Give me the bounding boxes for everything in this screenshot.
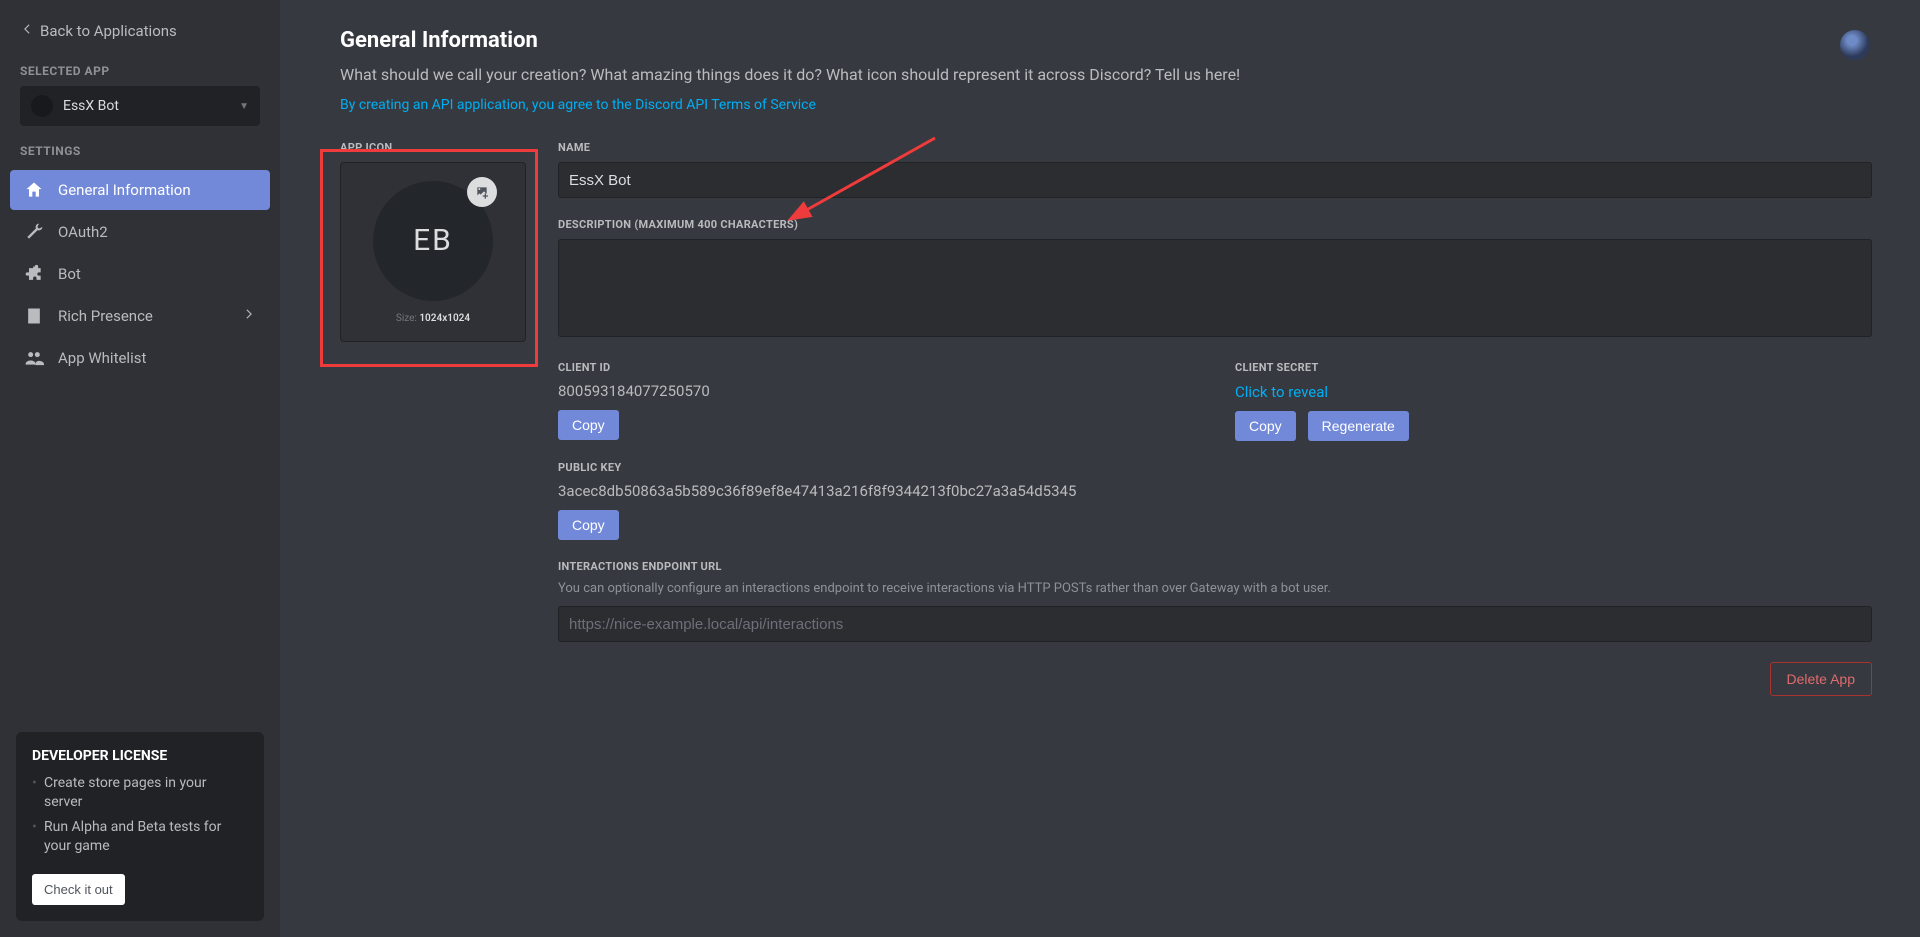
document-icon bbox=[24, 306, 44, 326]
copy-public-key-button[interactable]: Copy bbox=[558, 510, 619, 540]
people-icon bbox=[24, 348, 44, 368]
selected-app-name: EssX Bot bbox=[63, 98, 119, 114]
back-label: Back to Applications bbox=[40, 22, 177, 40]
name-input[interactable] bbox=[558, 162, 1872, 198]
license-bullet: Run Alpha and Beta tests for your game bbox=[32, 818, 248, 856]
copy-client-secret-button[interactable]: Copy bbox=[1235, 411, 1296, 441]
name-label: NAME bbox=[558, 141, 1872, 154]
nav-rich-presence[interactable]: Rich Presence bbox=[10, 296, 270, 336]
nav-bot[interactable]: Bot bbox=[10, 254, 270, 294]
interactions-label: INTERACTIONS ENDPOINT URL bbox=[558, 560, 1872, 573]
developer-license-box: DEVELOPER LICENSE Create store pages in … bbox=[16, 732, 264, 921]
delete-app-button[interactable]: Delete App bbox=[1770, 662, 1873, 696]
app-avatar-icon bbox=[31, 95, 53, 117]
interactions-hint: You can optionally configure an interact… bbox=[558, 581, 1872, 596]
client-secret-label: CLIENT SECRET bbox=[1235, 361, 1872, 374]
nav-label: General Information bbox=[58, 181, 191, 199]
client-id-label: CLIENT ID bbox=[558, 361, 1195, 374]
settings-nav: General Information OAuth2 Bot Rich Pres… bbox=[10, 166, 270, 382]
home-icon bbox=[24, 180, 44, 200]
nav-general-information[interactable]: General Information bbox=[10, 170, 270, 210]
wrench-icon bbox=[24, 222, 44, 242]
app-selector[interactable]: EssX Bot ▼ bbox=[20, 86, 260, 126]
license-bullet: Create store pages in your server bbox=[32, 774, 248, 812]
client-id-value: 800593184077250570 bbox=[558, 382, 1195, 400]
copy-client-id-button[interactable]: Copy bbox=[558, 410, 619, 440]
chevron-right-icon bbox=[242, 307, 256, 325]
main-content: General Information What should we call … bbox=[280, 0, 1920, 937]
caret-down-icon: ▼ bbox=[239, 101, 249, 112]
arrow-left-icon bbox=[20, 22, 34, 40]
description-label: DESCRIPTION (MAXIMUM 400 CHARACTERS) bbox=[558, 218, 1872, 231]
client-secret-reveal-link[interactable]: Click to reveal bbox=[1235, 383, 1328, 401]
interactions-url-input[interactable] bbox=[558, 606, 1872, 642]
check-it-out-button[interactable]: Check it out bbox=[32, 874, 125, 905]
nav-app-whitelist[interactable]: App Whitelist bbox=[10, 338, 270, 378]
app-icon-preview: EB bbox=[373, 181, 493, 301]
app-icon-upload[interactable]: EB Size: 1024x1024 bbox=[340, 162, 526, 342]
sidebar: Back to Applications SELECTED APP EssX B… bbox=[0, 0, 280, 937]
description-input[interactable] bbox=[558, 239, 1872, 337]
nav-label: Rich Presence bbox=[58, 307, 153, 325]
user-avatar[interactable] bbox=[1838, 28, 1872, 62]
page-title: General Information bbox=[340, 28, 1240, 53]
nav-label: App Whitelist bbox=[58, 349, 146, 367]
icon-size-hint: Size: 1024x1024 bbox=[396, 313, 470, 324]
upload-image-icon bbox=[467, 177, 497, 207]
settings-header: SETTINGS bbox=[10, 134, 270, 166]
tos-link[interactable]: By creating an API application, you agre… bbox=[340, 97, 816, 113]
page-description: What should we call your creation? What … bbox=[340, 65, 1240, 84]
puzzle-icon bbox=[24, 264, 44, 284]
license-title: DEVELOPER LICENSE bbox=[32, 748, 248, 764]
app-icon-initials: EB bbox=[413, 223, 453, 258]
public-key-value: 3acec8db50863a5b589c36f89ef8e47413a216f8… bbox=[558, 482, 1872, 500]
nav-label: Bot bbox=[58, 265, 81, 283]
nav-oauth2[interactable]: OAuth2 bbox=[10, 212, 270, 252]
selected-app-header: SELECTED APP bbox=[10, 54, 270, 86]
back-to-applications-link[interactable]: Back to Applications bbox=[10, 16, 270, 54]
app-icon-label: APP ICON bbox=[340, 141, 540, 154]
public-key-label: PUBLIC KEY bbox=[558, 461, 1872, 474]
nav-label: OAuth2 bbox=[58, 223, 108, 241]
regenerate-client-secret-button[interactable]: Regenerate bbox=[1308, 411, 1409, 441]
